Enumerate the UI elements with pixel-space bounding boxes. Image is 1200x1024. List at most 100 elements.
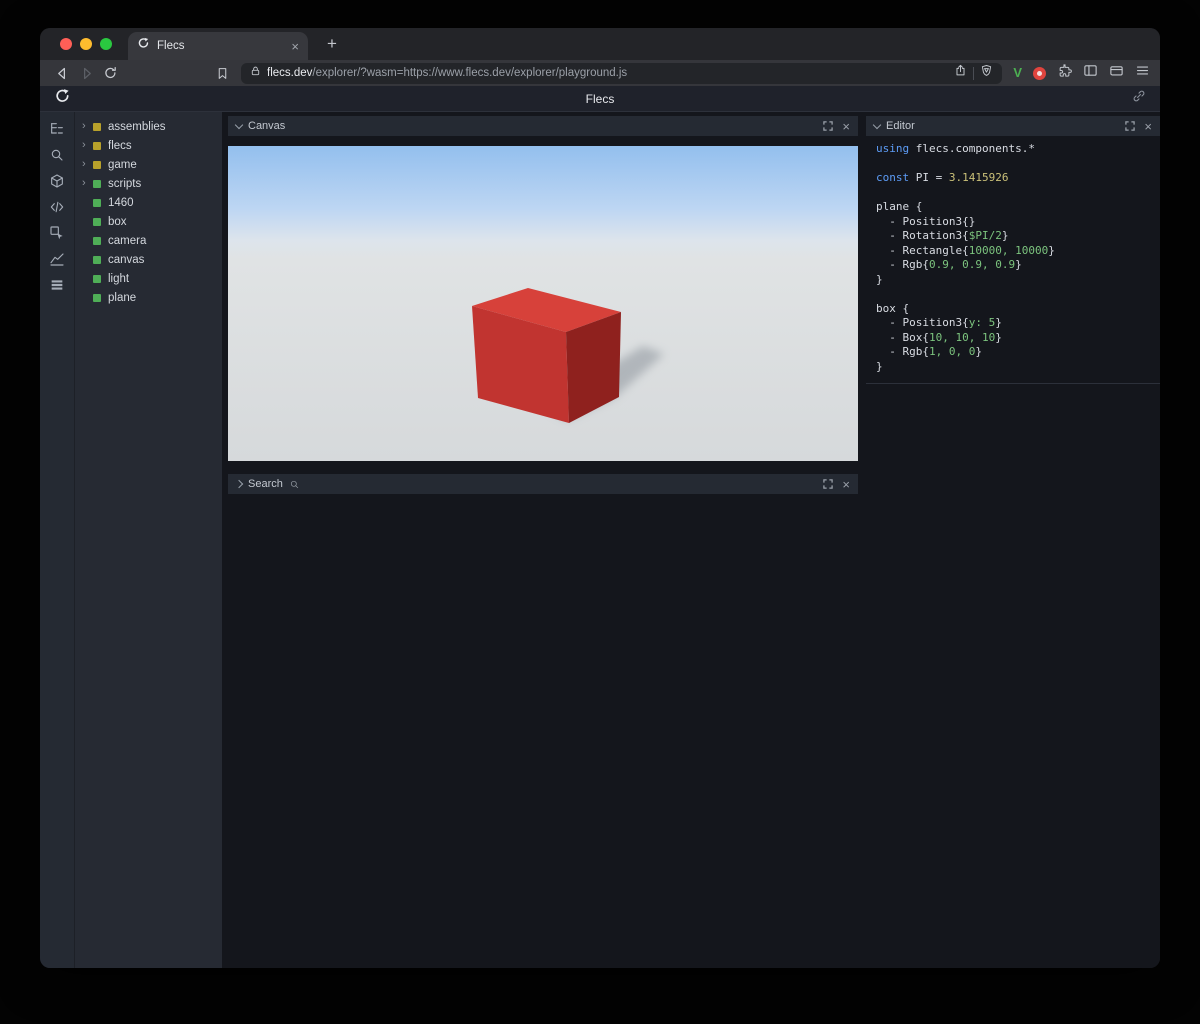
tab-close-icon[interactable]: × [291, 39, 299, 54]
inspect-cursor-icon[interactable] [49, 225, 65, 241]
editor-panel-title: Editor [886, 120, 915, 132]
tree-item-label: plane [108, 292, 136, 304]
tree-item-canvas[interactable]: canvas [75, 250, 222, 269]
close-panel-icon[interactable]: × [1144, 120, 1152, 133]
tree-item-plane[interactable]: plane [75, 288, 222, 307]
new-tab-button[interactable]: + [320, 34, 344, 54]
close-panel-icon[interactable]: × [842, 120, 850, 133]
tables-rows-icon[interactable] [49, 277, 65, 293]
url-path: /explorer/?wasm=https://www.flecs.dev/ex… [312, 67, 627, 79]
query-search-icon[interactable] [49, 147, 65, 163]
search-panel-header[interactable]: Search × [228, 474, 858, 494]
lock-icon [250, 64, 261, 82]
share-link-icon[interactable] [1132, 89, 1146, 108]
sidebar-toggle-icon[interactable] [1083, 63, 1098, 83]
desktop-background: Flecs × + flecs.dev [0, 0, 1200, 1024]
tree-item-label: box [108, 216, 127, 228]
browser-tab-strip: Flecs × + [40, 28, 1160, 60]
app-title: Flecs [40, 92, 1160, 106]
code-editor[interactable]: using flecs.components.* const PI = 3.14… [866, 136, 1160, 384]
code-line: - Rgb{1, 0, 0} [876, 345, 1150, 360]
entity-color-square [93, 218, 101, 226]
expand-panel-icon[interactable] [1125, 121, 1135, 131]
code-line: - Rotation3{$PI/2} [876, 229, 1150, 244]
expand-arrow-icon[interactable]: › [82, 140, 93, 151]
tree-item-box[interactable]: box [75, 212, 222, 231]
magnifier-icon [289, 479, 300, 490]
chevron-down-icon[interactable] [873, 120, 881, 128]
code-line: box { [876, 302, 1150, 317]
close-panel-icon[interactable]: × [842, 478, 850, 491]
chevron-down-icon[interactable] [235, 120, 243, 128]
code-line: plane { [876, 200, 1150, 215]
browser-window: Flecs × + flecs.dev [40, 28, 1160, 968]
code-line: - Rgb{0.9, 0.9, 0.9} [876, 258, 1150, 273]
entity-color-square [93, 123, 101, 131]
tree-item-scripts[interactable]: › scripts [75, 174, 222, 193]
brave-shield-icon[interactable] [980, 64, 993, 82]
extension-v-icon[interactable]: V [1013, 64, 1022, 82]
code-line [876, 186, 1150, 201]
browser-toolbar: flecs.dev/explorer/?wasm=https://www.fle… [40, 60, 1160, 86]
bookmark-icon[interactable] [210, 62, 234, 84]
canvas-panel-header[interactable]: Canvas × [228, 116, 858, 136]
tree-item-label: scripts [108, 178, 141, 190]
tree-item-1460[interactable]: 1460 [75, 193, 222, 212]
tree-item-label: game [108, 159, 137, 171]
modules-cube-icon[interactable] [49, 173, 65, 189]
tree-item-label: light [108, 273, 129, 285]
code-icon[interactable] [49, 199, 65, 215]
entity-tree-panel: › assemblies › flecs › game › scripts 14… [75, 112, 222, 968]
menu-hamburger-icon[interactable] [1135, 63, 1150, 83]
code-line: - Rectangle{10000, 10000} [876, 244, 1150, 259]
center-column: Canvas × [222, 112, 866, 968]
tree-item-flecs[interactable]: › flecs [75, 136, 222, 155]
tree-item-game[interactable]: › game [75, 155, 222, 174]
search-panel-actions: × [823, 478, 850, 491]
address-bar-divider [973, 67, 974, 80]
editor-panel-header[interactable]: Editor × [866, 116, 1160, 136]
entity-tree-icon[interactable] [49, 121, 65, 137]
code-line: } [876, 360, 1150, 375]
tree-item-assemblies[interactable]: › assemblies [75, 117, 222, 136]
extensions-puzzle-icon[interactable] [1057, 63, 1072, 83]
search-panel-title: Search [248, 478, 283, 490]
entity-color-square [93, 256, 101, 264]
code-line [876, 157, 1150, 172]
code-line: - Position3{} [876, 215, 1150, 230]
extension-v-glyph: V [1013, 65, 1022, 80]
close-window-button[interactable] [60, 38, 72, 50]
zoom-window-button[interactable] [100, 38, 112, 50]
editor-column: Editor × using flecs.components.* const … [866, 112, 1160, 968]
expand-arrow-icon[interactable]: › [82, 121, 93, 132]
canvas-panel-actions: × [823, 120, 850, 133]
address-bar[interactable]: flecs.dev/explorer/?wasm=https://www.fle… [241, 63, 1002, 84]
extension-icons: V [1013, 63, 1150, 83]
flecs-explorer-app: Flecs [40, 86, 1160, 968]
expand-panel-icon[interactable] [823, 479, 833, 489]
expand-arrow-icon[interactable]: › [82, 159, 93, 170]
browser-tab-flecs[interactable]: Flecs × [128, 32, 308, 60]
entity-color-square [93, 294, 101, 302]
share-icon[interactable] [954, 64, 967, 82]
entity-color-square [93, 161, 101, 169]
canvas-3d-viewport[interactable] [228, 146, 858, 461]
entity-color-square [93, 180, 101, 188]
stats-chart-icon[interactable] [49, 251, 65, 267]
code-line: - Box{10, 10, 10} [876, 331, 1150, 346]
tree-item-camera[interactable]: camera [75, 231, 222, 250]
wallet-icon[interactable] [1109, 63, 1124, 83]
reload-button[interactable] [98, 62, 122, 84]
editor-panel-actions: × [1125, 120, 1152, 133]
expand-panel-icon[interactable] [823, 121, 833, 131]
code-line: using flecs.components.* [876, 142, 1150, 157]
extension-red-icon[interactable] [1033, 67, 1046, 80]
tree-items: › assemblies › flecs › game › scripts 14… [75, 117, 222, 307]
chevron-right-icon[interactable] [235, 480, 243, 488]
forward-button[interactable] [74, 62, 98, 84]
expand-arrow-icon[interactable]: › [82, 178, 93, 189]
minimize-window-button[interactable] [80, 38, 92, 50]
back-button[interactable] [50, 62, 74, 84]
entity-color-square [93, 142, 101, 150]
tree-item-light[interactable]: light [75, 269, 222, 288]
